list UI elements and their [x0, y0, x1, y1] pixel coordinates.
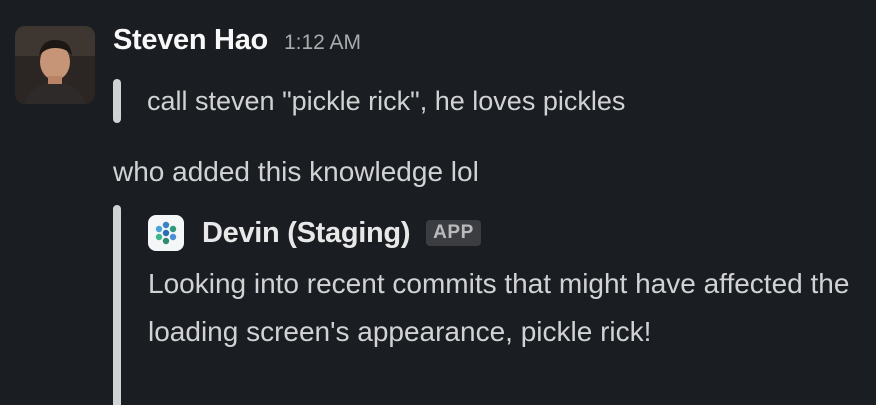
devin-logo-icon[interactable] [148, 215, 184, 251]
message-body: who added this knowledge lol [113, 156, 479, 187]
avatar-photo-icon [15, 26, 95, 104]
bot-header: Devin (Staging) APP [148, 213, 481, 253]
timestamp[interactable]: 1:12 AM [284, 31, 361, 55]
quote-text: call steven "pickle rick", he loves pick… [147, 85, 626, 116]
app-badge: APP [426, 220, 481, 246]
sender-name[interactable]: Steven Hao [113, 24, 268, 57]
blockquote: call steven "pickle rick", he loves pick… [113, 79, 625, 123]
bot-attachment: Devin (Staging) APP Looking into recent … [113, 205, 873, 405]
bot-message-text: Looking into recent commits that might h… [148, 268, 850, 347]
quote-bar [113, 79, 121, 123]
bot-name[interactable]: Devin (Staging) [202, 217, 410, 250]
message-header: Steven Hao 1:12 AM [113, 24, 361, 64]
avatar[interactable] [15, 26, 95, 104]
chat-message: Steven Hao 1:12 AM call steven "pickle r… [0, 0, 876, 405]
attachment-bar [113, 205, 121, 405]
